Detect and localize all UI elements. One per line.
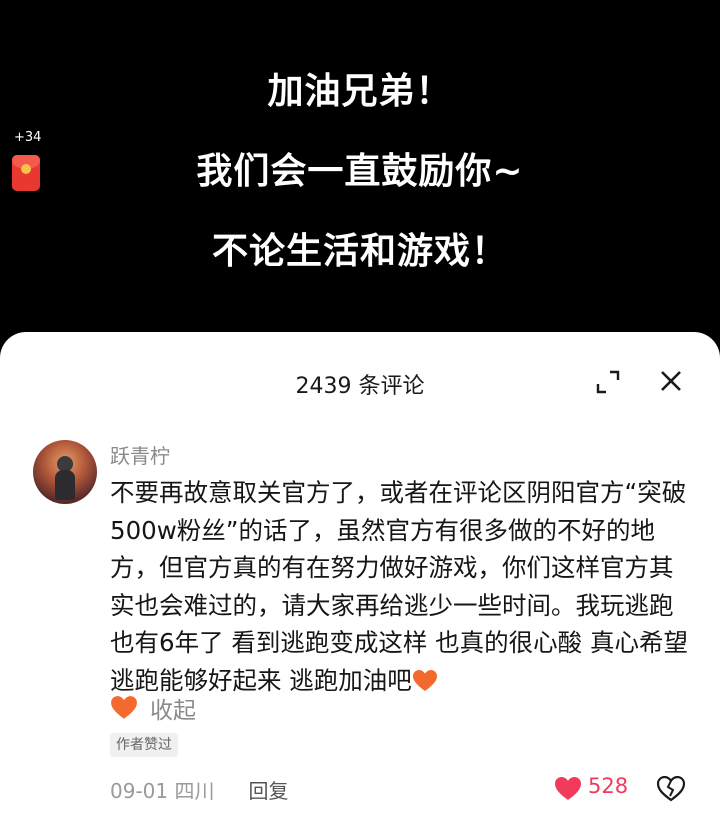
red-packet-coin	[21, 164, 31, 174]
comment-text: 不要再故意取关官方了，或者在评论区阴阳官方“突破500w粉丝”的话了，虽然官方有…	[110, 474, 690, 699]
video-area[interactable]: 加油兄弟！ 我们会一直鼓励你~ 不论生活和游戏！ +34	[0, 0, 720, 345]
comment-username[interactable]: 跃青柠	[110, 440, 170, 469]
avatar[interactable]	[33, 440, 97, 504]
heart-filled-icon[interactable]	[554, 776, 582, 802]
avatar-figure-body	[55, 470, 75, 500]
comment-date-location: 09-01 四川	[110, 778, 215, 803]
video-caption-line-3: 不论生活和游戏！	[211, 231, 508, 272]
red-packet-count: +34	[14, 130, 42, 145]
video-caption-line-1: 加油兄弟！	[267, 71, 453, 112]
collapse-button[interactable]: 收起	[150, 691, 196, 725]
comment-meta-row: 09-01 四川 回复	[110, 774, 288, 804]
orange-heart-icon	[412, 669, 437, 691]
collapse-row: 收起	[110, 690, 196, 726]
comment-sheet: 2439 条评论 跃青柠 不要再故意取关官方了，或者在评论区阴阳官方“突破500…	[0, 332, 720, 820]
like-count: 528	[588, 774, 629, 798]
reply-button[interactable]: 回复	[248, 775, 288, 804]
author-liked-badge: 作者赞过	[110, 733, 178, 757]
expand-icon[interactable]	[595, 369, 621, 395]
comment-body: 不要再故意取关官方了，或者在评论区阴阳官方“突破500w粉丝”的话了，虽然官方有…	[110, 478, 688, 695]
red-packet-icon[interactable]	[12, 155, 40, 191]
orange-heart-icon	[111, 696, 137, 719]
video-caption-line-2: 我们会一直鼓励你~	[196, 151, 524, 192]
broken-heart-icon[interactable]	[657, 776, 685, 802]
close-icon[interactable]	[658, 368, 684, 394]
